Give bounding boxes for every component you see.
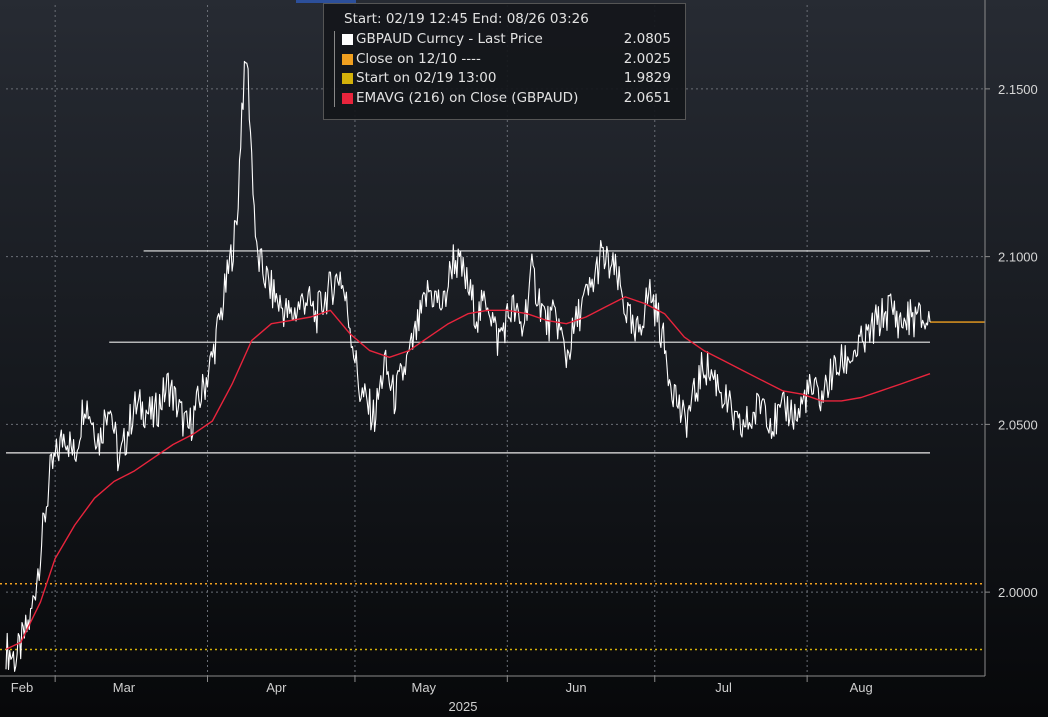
legend-swatch xyxy=(342,34,353,45)
legend-entry-emavg[interactable]: EMAVG (216) on Close (GBPAUD) 2.0651 xyxy=(334,89,677,109)
legend-entry-close-on[interactable]: Close on 12/10 ---- 2.0025 xyxy=(334,50,677,70)
y-tick-label: 2.1000 xyxy=(998,250,1038,265)
x-tick-label: May xyxy=(411,680,436,695)
legend-entry-last-price[interactable]: GBPAUD Curncy - Last Price 2.0805 xyxy=(334,30,677,50)
x-tick-label: Mar xyxy=(113,680,136,695)
legend-label: Close on 12/10 ---- xyxy=(356,50,481,67)
x-tick-label: Feb xyxy=(11,680,33,695)
legend-header: Start: 02/19 12:45 End: 08/26 03:26 xyxy=(344,11,589,27)
y-tick-label: 2.0000 xyxy=(998,585,1038,600)
legend-label: EMAVG (216) on Close (GBPAUD) xyxy=(356,89,579,106)
x-tick-label: Jul xyxy=(715,680,732,695)
x-tick-label: Aug xyxy=(850,680,873,695)
legend-swatch xyxy=(342,92,353,104)
y-tick-label: 2.0500 xyxy=(998,417,1038,432)
y-tick-label: 2.1500 xyxy=(998,82,1038,97)
legend-swatch xyxy=(342,73,353,84)
legend-value: 2.0025 xyxy=(623,50,671,67)
series-line-emavg xyxy=(5,296,931,650)
x-tick-label: Apr xyxy=(266,680,287,695)
chart-panel: { "chart_data": { "type": "line", "legen… xyxy=(0,0,1048,717)
x-tick-label: Jun xyxy=(566,680,587,695)
legend[interactable]: Start: 02/19 12:45 End: 08/26 03:26 GBPA… xyxy=(323,3,686,120)
legend-label: GBPAUD Curncy - Last Price xyxy=(356,31,543,47)
series-line-last-price xyxy=(5,60,931,672)
legend-value: 2.0651 xyxy=(623,89,671,106)
legend-label: Start on 02/19 13:00 xyxy=(356,70,497,86)
legend-entry-start-on[interactable]: Start on 02/19 13:00 1.9829 xyxy=(334,69,677,89)
reference-lines xyxy=(0,321,985,651)
legend-value: 2.0805 xyxy=(623,31,671,47)
legend-swatch xyxy=(342,53,353,65)
legend-value: 1.9829 xyxy=(623,70,671,86)
x-year-label: 2025 xyxy=(449,699,478,714)
series-layer xyxy=(5,60,931,672)
